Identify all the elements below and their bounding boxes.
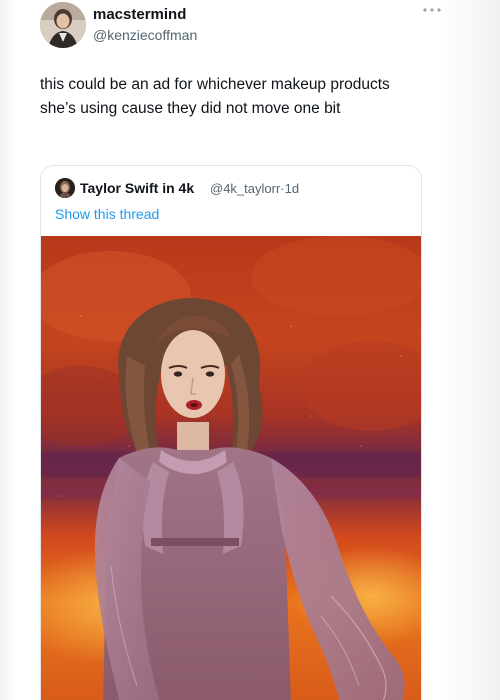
author-avatar[interactable] <box>40 2 86 48</box>
tweet-text: this could be an ad for whichever makeup… <box>40 76 390 117</box>
quoted-author-handle[interactable]: @4k_taylorr <box>210 181 280 196</box>
tweet-card[interactable]: macstermind @kenziecoffman this could be… <box>18 0 441 700</box>
screenshot-page: macstermind @kenziecoffman this could be… <box>0 0 500 700</box>
quoted-tweet-photo[interactable] <box>41 236 421 700</box>
quoted-tweet-time[interactable]: 1d <box>285 181 299 196</box>
quoted-author-meta: @4k_taylorr·1d <box>210 181 299 196</box>
show-thread-link[interactable]: Show this thread <box>55 206 159 222</box>
more-horizontal-icon[interactable] <box>422 4 444 20</box>
page-right-edge <box>438 0 500 700</box>
tweet-author-row[interactable]: macstermind @kenziecoffman <box>40 2 441 50</box>
quoted-tweet[interactable]: Taylor Swift in 4k @4k_taylorr·1d Show t… <box>40 165 422 700</box>
page-left-edge <box>0 0 18 700</box>
quoted-author-name[interactable]: Taylor Swift in 4k <box>80 180 194 196</box>
author-name[interactable]: macstermind <box>93 6 186 23</box>
quoted-author-avatar[interactable] <box>55 178 75 198</box>
concert-photo-illustration <box>41 236 421 700</box>
author-handle[interactable]: @kenziecoffman <box>93 27 197 43</box>
quoted-tweet-header: Taylor Swift in 4k @4k_taylorr·1d <box>55 178 405 200</box>
